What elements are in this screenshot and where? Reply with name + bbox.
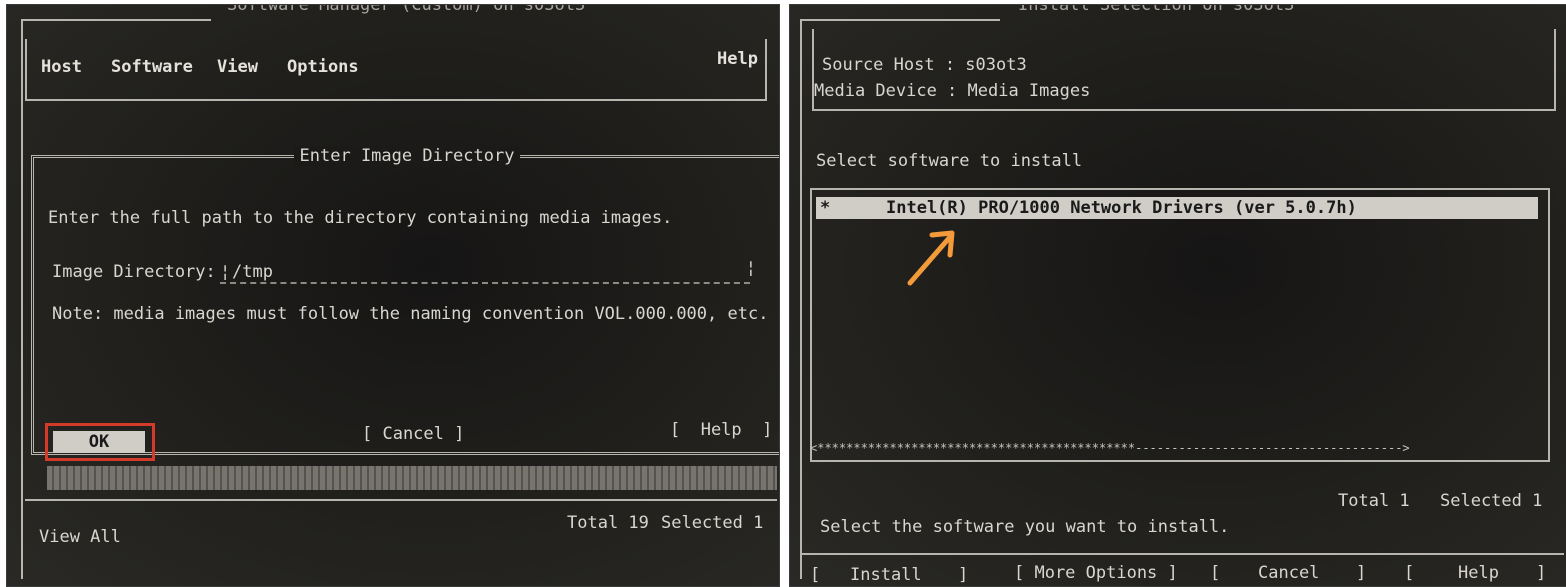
selected-count: Selected 1 bbox=[1440, 491, 1543, 511]
help-button[interactable]: Help bbox=[1458, 563, 1499, 583]
cancel-button[interactable]: Cancel bbox=[1258, 563, 1319, 583]
image-directory-input[interactable]: ¦ /tmp ¦ bbox=[220, 258, 756, 284]
progress-bar bbox=[47, 466, 777, 490]
list-item[interactable]: * Intel(R) PRO/1000 Network Drivers (ver… bbox=[816, 197, 1538, 219]
media-device: Media Device : Media Images bbox=[814, 81, 1091, 101]
menu-help[interactable]: Help bbox=[717, 49, 758, 69]
source-host: Source Host : s03ot3 bbox=[822, 55, 1027, 75]
source-info-box: Source Host : s03ot3 Media Device : Medi… bbox=[812, 29, 1556, 111]
image-directory-value: /tmp bbox=[232, 262, 273, 282]
ok-button-highlight[interactable]: OK bbox=[45, 423, 155, 461]
selected-count: Selected 1 bbox=[661, 513, 764, 533]
right-screen: Install Selection on s03ot3 Source Host … bbox=[789, 4, 1566, 587]
menu-options[interactable]: Options bbox=[287, 57, 359, 77]
install-button[interactable]: Install bbox=[850, 565, 922, 585]
menu-software[interactable]: Software bbox=[111, 57, 193, 77]
dialog-instruction: Enter the full path to the directory con… bbox=[48, 208, 673, 228]
help-button[interactable]: [ Help ] bbox=[670, 420, 772, 440]
menu-host[interactable]: Host bbox=[41, 57, 82, 77]
menu-view[interactable]: View bbox=[217, 57, 258, 77]
selected-marker: * bbox=[820, 198, 831, 218]
annotation-arrow-icon bbox=[907, 230, 955, 286]
window-title: Software Manager (Custom) on s03ot3 bbox=[227, 4, 586, 15]
ok-button[interactable]: OK bbox=[53, 431, 145, 453]
enter-image-directory-dialog: Enter Image Directory Enter the full pat… bbox=[31, 146, 779, 455]
cancel-button[interactable]: [ Cancel ] bbox=[362, 424, 464, 444]
window-title: Install Selection on s03ot3 bbox=[1018, 4, 1295, 15]
more-options-button[interactable]: [ More Options ] bbox=[1014, 563, 1178, 583]
menu-bar: Host Software View Options Help bbox=[25, 39, 767, 101]
horizontal-scrollbar[interactable]: <***************************************… bbox=[810, 441, 1410, 455]
view-all-status: View All bbox=[39, 527, 121, 547]
left-screen: Software Manager (Custom) on s03ot3 Host… bbox=[6, 4, 780, 587]
total-count: Total 19 bbox=[567, 513, 649, 533]
select-prompt: Select software to install bbox=[816, 151, 1083, 171]
list-item-label: Intel(R) PRO/1000 Network Drivers (ver 5… bbox=[886, 198, 1357, 218]
dialog-note: Note: media images must follow the namin… bbox=[52, 304, 769, 324]
total-count: Total 1 bbox=[1338, 491, 1410, 511]
dialog-title: Enter Image Directory bbox=[293, 146, 521, 166]
install-hint: Select the software you want to install. bbox=[820, 517, 1230, 537]
image-directory-label: Image Directory: bbox=[52, 262, 216, 282]
